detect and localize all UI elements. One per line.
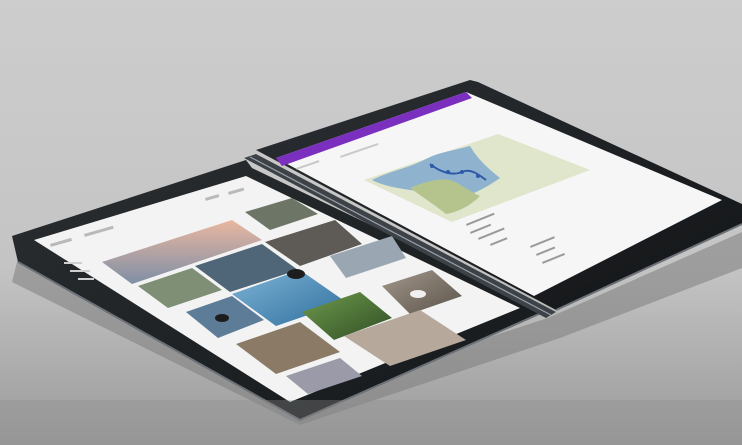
floor-fade [0,400,742,445]
device-photo [0,0,742,445]
